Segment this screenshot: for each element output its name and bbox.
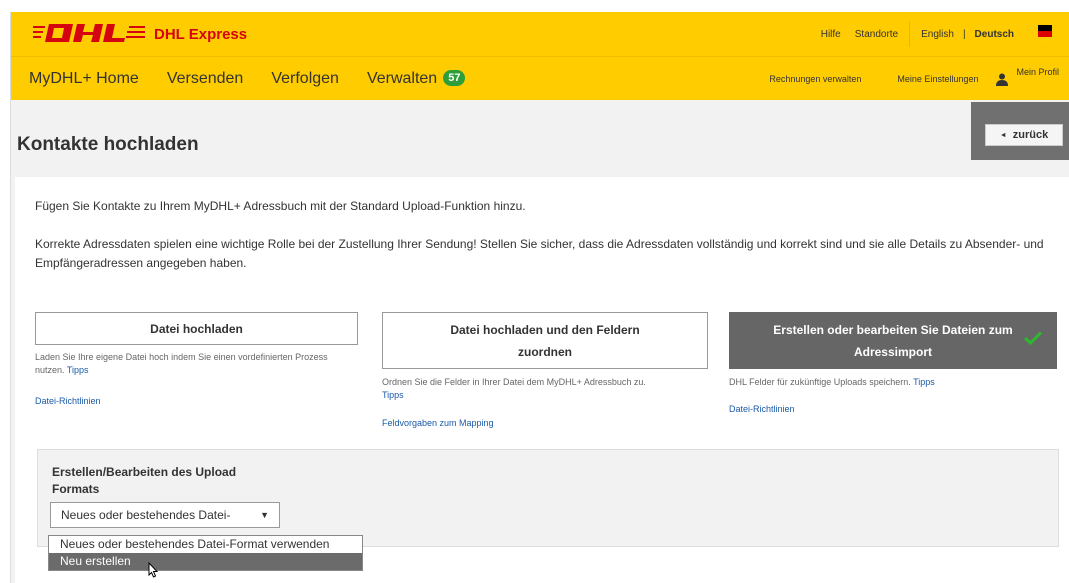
upload-format-panel: Erstellen/Bearbeiten des Upload Formats … (37, 449, 1059, 547)
create-edit-import-button[interactable]: Erstellen oder bearbeiten Sie Dateien zu… (729, 312, 1057, 369)
nav-track[interactable]: Verfolgen (271, 70, 339, 88)
my-profile-link[interactable]: Mein Profil (996, 67, 1059, 86)
notification-badge: 57 (443, 70, 466, 86)
brand-name: DHL Express (154, 26, 248, 43)
create-guidelines-link[interactable]: Datei-Richtlinien (729, 404, 795, 414)
back-arrow-icon: ◄ (999, 131, 1007, 139)
upload-map-label-line2: zuordnen (517, 344, 572, 359)
language-english-link[interactable]: English (914, 29, 961, 40)
upload-format-label: Erstellen/Bearbeiten des Upload Formats (52, 464, 292, 498)
upload-format-label-line2: Formats (52, 482, 100, 496)
upload-format-selected-value: Neues oder bestehendes Datei- (61, 508, 231, 522)
upload-map-fields-button[interactable]: Datei hochladen und den Feldern zuordnen (382, 312, 708, 369)
caret-down-icon: ▼ (260, 510, 269, 520)
top-bar: DHL Express Hilfe Standorte English | De… (11, 12, 1069, 56)
upload-tips-link[interactable]: Tipps (67, 365, 89, 375)
create-edit-description: DHL Felder für zukünftige Uploads speich… (729, 376, 1059, 389)
dhl-logo-icon[interactable] (33, 22, 145, 44)
upload-file-description: Laden Sie Ihre eigene Datei hoch indem S… (35, 351, 355, 377)
manage-invoices-link[interactable]: Rechnungen verwalten (769, 74, 861, 84)
my-settings-link[interactable]: Meine Einstellungen (897, 74, 978, 84)
language-german-link[interactable]: Deutsch (968, 29, 1021, 40)
create-edit-label-line1: Erstellen oder bearbeiten Sie Dateien zu… (773, 322, 1013, 337)
create-tips-link[interactable]: Tipps (913, 377, 935, 387)
main-nav: MyDHL+ Home Versenden Verfolgen Verwalte… (11, 56, 1069, 100)
divider: | (962, 28, 966, 40)
my-profile-label: Mein Profil (1016, 66, 1059, 77)
page-title: Kontakte hochladen (17, 134, 199, 155)
intro-text: Fügen Sie Kontakte zu Ihrem MyDHL+ Adres… (35, 199, 526, 213)
upload-map-desc-text: Ordnen Sie die Felder in Ihrer Datei dem… (382, 377, 646, 387)
upload-format-select[interactable]: Neues oder bestehendes Datei- ▼ (50, 502, 280, 528)
map-tips-link[interactable]: Tipps (382, 390, 404, 400)
upload-file-button[interactable]: Datei hochladen (35, 312, 358, 345)
upload-guidelines-link[interactable]: Datei-Richtlinien (35, 396, 101, 406)
upload-format-dropdown: Neues oder bestehendes Datei-Format verw… (48, 535, 363, 571)
upload-map-description: Ordnen Sie die Felder in Ihrer Datei dem… (382, 376, 712, 402)
upload-format-label-line1: Erstellen/Bearbeiten des Upload (52, 465, 237, 479)
nav-manage[interactable]: Verwalten 57 (367, 70, 466, 88)
divider (909, 21, 911, 47)
checkmark-icon (1024, 331, 1042, 345)
create-edit-desc-text: DHL Felder für zukünftige Uploads speich… (729, 377, 911, 387)
back-button-label: zurück (1012, 129, 1049, 141)
address-info-text: Korrekte Adressdaten spielen eine wichti… (35, 237, 1044, 270)
content-card: Fügen Sie Kontakte zu Ihrem MyDHL+ Adres… (15, 177, 1069, 583)
upload-file-label: Datei hochladen (150, 321, 243, 336)
field-mapping-link[interactable]: Feldvorgaben zum Mapping (382, 418, 494, 428)
nav-ship[interactable]: Versenden (167, 70, 244, 88)
locations-link[interactable]: Standorte (848, 29, 905, 40)
upload-map-label-line1: Datei hochladen und den Feldern (450, 322, 640, 337)
app-window: DHL Express Hilfe Standorte English | De… (10, 12, 1069, 583)
back-panel: ◄ zurück (971, 102, 1069, 160)
nav-home[interactable]: MyDHL+ Home (29, 70, 139, 88)
german-flag-icon[interactable] (1031, 25, 1059, 43)
dropdown-option-existing[interactable]: Neues oder bestehendes Datei-Format verw… (49, 536, 362, 553)
mouse-cursor-icon (148, 562, 159, 578)
dropdown-option-new[interactable]: Neu erstellen (49, 553, 362, 570)
utility-links: Hilfe Standorte English | Deutsch (814, 20, 1059, 48)
back-button[interactable]: ◄ zurück (985, 124, 1063, 146)
create-edit-label-line2: Adressimport (853, 344, 932, 359)
help-link[interactable]: Hilfe (814, 29, 848, 40)
user-icon (996, 73, 1009, 86)
nav-manage-label: Verwalten (366, 70, 438, 87)
